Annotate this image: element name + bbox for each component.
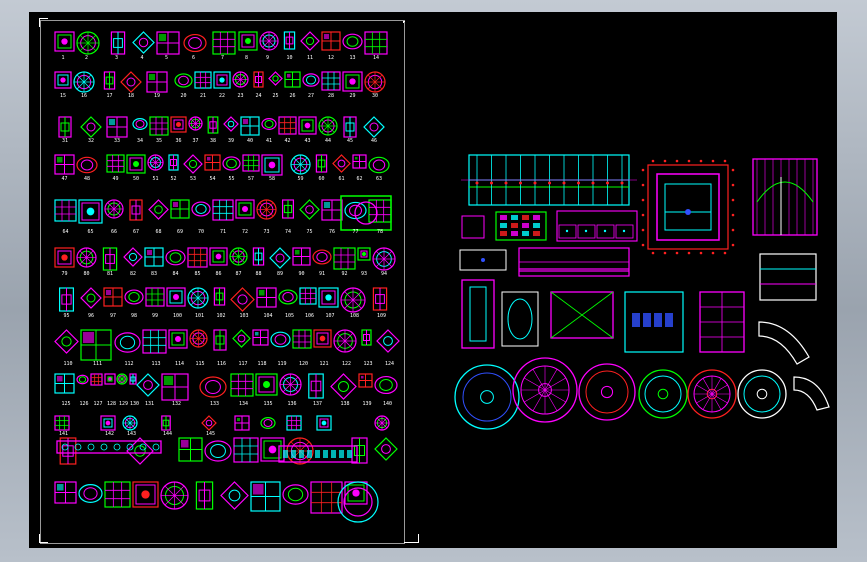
tray (550, 291, 684, 353)
small-grid (461, 210, 638, 242)
cad-canvas[interactable]: 1 2 3 4 5 6 7 8 9 10 11 12 13 14 15 16 17 18 19 20 21 22 23 24 2… (29, 12, 837, 548)
right-detail-sheet (454, 154, 830, 430)
ceiling-panel (641, 159, 735, 255)
beam-frame (461, 154, 637, 206)
arc-detail (758, 321, 830, 411)
ring-plates (454, 357, 787, 430)
cabinet (699, 291, 745, 353)
curtain (752, 158, 818, 236)
pillar (461, 279, 539, 349)
